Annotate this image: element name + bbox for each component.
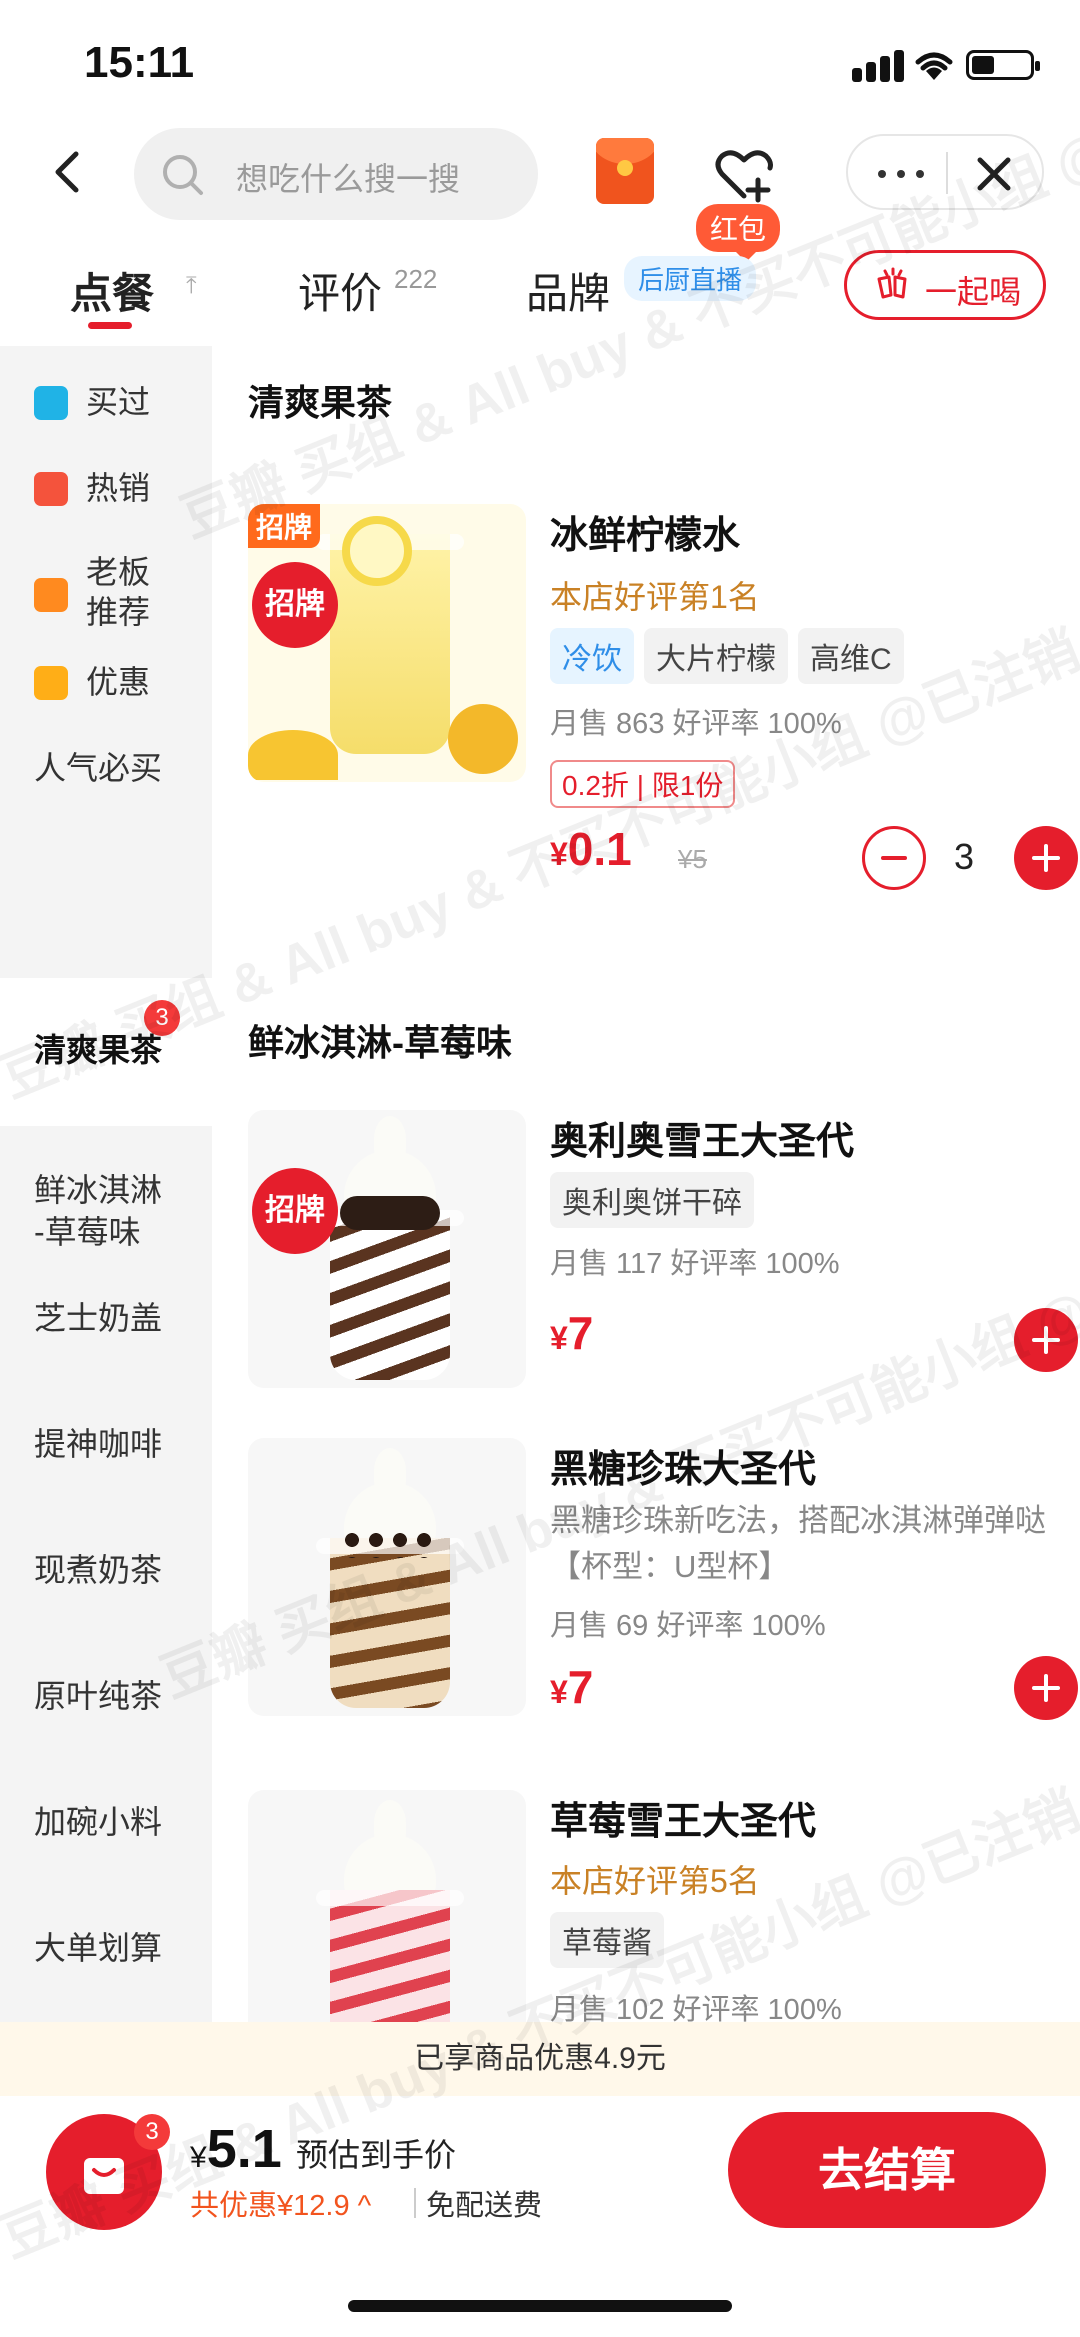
fire-icon <box>34 472 68 506</box>
review-count: 222 <box>394 264 438 294</box>
close-icon[interactable] <box>974 154 1014 194</box>
product-description: 黑糖珍珠新吃法，搭配冰淇淋弹弹哒【杯型：U型杯】 <box>550 1503 1046 1584</box>
category-sidebar: 买过 热销 老板 推荐 优惠 人气必买 清爽果茶 3 鲜冰淇淋 -草莓味 芝士奶… <box>0 346 212 2022</box>
tab-review[interactable]: 评价 <box>298 260 382 321</box>
original-price: ¥5 <box>678 844 707 874</box>
category-count-badge: 3 <box>144 1000 180 1036</box>
add-to-cart-button[interactable] <box>1014 1656 1078 1720</box>
decrease-quantity-button[interactable] <box>862 826 926 890</box>
favorite-add-icon[interactable] <box>712 142 776 206</box>
product-tag: 高维C <box>798 628 904 684</box>
drink-together-button[interactable]: 一起喝 <box>844 250 1046 320</box>
pearls <box>340 1528 440 1558</box>
cheers-icon <box>877 267 907 299</box>
tab-active-indicator <box>88 322 132 329</box>
product-tag: 大片柠檬 <box>644 628 788 684</box>
product-price: ¥0.1 <box>550 823 632 875</box>
battery-icon <box>966 50 1040 80</box>
home-indicator <box>348 2300 732 2312</box>
section-title: 清爽果茶 <box>248 382 393 423</box>
product-tags: 冷饮 大片柠檬 高维C <box>550 628 914 684</box>
signature-badge: 招牌 <box>248 504 321 548</box>
product-tags: 奥利奥饼干碎 <box>550 1172 764 1228</box>
search-placeholder: 想吃什么搜一搜 <box>236 161 461 197</box>
search-input[interactable]: 想吃什么搜一搜 <box>134 128 538 220</box>
capsule-divider <box>946 152 948 194</box>
product-rank: 本店好评第5名 <box>550 1863 760 1899</box>
product-card[interactable]: 黑糖珍珠大圣代 黑糖珍珠新吃法，搭配冰淇淋弹弹哒【杯型：U型杯】 月售 69 好… <box>248 1438 1078 1720</box>
product-tag: 冷饮 <box>550 628 634 684</box>
product-name: 奥利奥雪王大圣代 <box>550 1121 855 1163</box>
product-sales: 月售 117 好评率 100% <box>550 1248 840 1280</box>
lemon-wedge <box>248 730 338 780</box>
oreo-crumbs <box>340 1196 440 1230</box>
more-icon[interactable] <box>878 170 924 178</box>
discount-banner: 已享商品优惠4.9元 <box>0 2022 1080 2096</box>
signature-stamp: 招牌 <box>252 1168 338 1254</box>
product-card[interactable]: 招牌 奥利奥雪王大圣代 奥利奥饼干碎 月售 117 好评率 100% ¥7 <box>248 1110 1078 1390</box>
status-time: 15:11 <box>84 38 195 87</box>
quantity-value: 3 <box>954 836 975 877</box>
add-to-cart-button[interactable] <box>1014 1308 1078 1372</box>
product-sales: 月售 863 好评率 100% <box>550 708 842 740</box>
product-name: 草莓雪王大圣代 <box>550 1801 817 1843</box>
product-card[interactable]: 招牌 招牌 冰鲜柠檬水 本店好评第1名 冷饮 大片柠檬 高维C 月售 863 好评率… <box>248 504 1078 890</box>
top-nav: 想吃什么搜一搜 红包 <box>0 120 1080 262</box>
product-tag: 奥利奥饼干碎 <box>550 1172 754 1228</box>
strawberry-sundae-image <box>316 1890 464 2022</box>
product-tag: 草莓酱 <box>550 1912 664 1968</box>
thumb-up-icon <box>34 578 68 612</box>
mini-program-capsule <box>846 134 1044 210</box>
sidebar-item-label: 清爽果茶 <box>34 1032 163 1068</box>
free-delivery: 免配送费 <box>426 2190 543 2222</box>
product-sales: 月售 102 好评率 100% <box>550 1994 842 2022</box>
signature-stamp: 招牌 <box>252 562 338 648</box>
bought-icon <box>34 386 68 420</box>
product-image: 招牌 招牌 <box>248 504 526 782</box>
add-to-cart-button[interactable] <box>1014 826 1078 890</box>
lemon-half <box>448 704 518 774</box>
total-hint: 预估到手价 <box>296 2137 457 2173</box>
sidebar-item-fruit-tea[interactable]: 清爽果茶 3 <box>0 978 212 1126</box>
product-card[interactable]: 草莓雪王大圣代 本店好评第5名 草莓酱 月售 102 好评率 100% <box>248 1790 1048 2022</box>
product-sales: 月售 69 好评率 100% <box>550 1610 826 1642</box>
tab-order[interactable]: 点餐 <box>70 260 154 321</box>
discount-tag-icon <box>34 666 68 700</box>
product-name: 冰鲜柠檬水 <box>550 515 741 557</box>
product-image: 招牌 <box>248 1110 526 1388</box>
drink-together-label: 一起喝 <box>925 274 1022 310</box>
product-name: 黑糖珍珠大圣代 <box>550 1449 817 1491</box>
product-price: ¥7 <box>550 1307 594 1359</box>
saved-amount[interactable]: 共优惠¥12.9 ^ <box>190 2182 371 2224</box>
back-icon[interactable] <box>40 142 100 202</box>
promo-tag: 0.2折 | 限1份 <box>550 760 736 808</box>
wifi-icon <box>915 52 953 80</box>
collapse-arrow-icon[interactable]: ⤒ <box>186 272 197 300</box>
store-tabs: 点餐 ⤒ 评价 222 品牌 后厨直播 一起喝 <box>0 240 1080 340</box>
product-tags: 草莓酱 <box>550 1912 674 1968</box>
cellular-signal-icon <box>852 48 912 82</box>
divider <box>414 2188 416 2218</box>
product-rank: 本店好评第1名 <box>550 579 760 615</box>
product-image <box>248 1790 526 2022</box>
search-icon <box>163 155 203 195</box>
status-bar: 15:11 <box>0 0 1080 120</box>
cart-total: ¥5.1 <box>190 2119 282 2179</box>
checkout-button[interactable]: 去结算 <box>728 2112 1046 2228</box>
oreo-sundae-image <box>316 1210 464 1380</box>
section-title: 鲜冰淇淋-草莓味 <box>248 1022 512 1063</box>
tab-brand[interactable]: 品牌 <box>526 260 610 321</box>
shopping-bag-icon <box>84 2158 124 2194</box>
brown-sugar-sundae-image <box>316 1538 464 1708</box>
lemon-slice <box>342 516 412 586</box>
red-packet-icon[interactable] <box>596 138 654 204</box>
product-list: 清爽果茶 招牌 招牌 冰鲜柠檬水 本店好评第1名 冷饮 大片柠檬 高维C 月售 86… <box>212 346 1080 2022</box>
kitchen-live-badge[interactable]: 后厨直播 <box>624 256 757 301</box>
product-image <box>248 1438 526 1716</box>
cart-count-badge: 3 <box>134 2114 170 2150</box>
product-price: ¥7 <box>550 1661 594 1713</box>
